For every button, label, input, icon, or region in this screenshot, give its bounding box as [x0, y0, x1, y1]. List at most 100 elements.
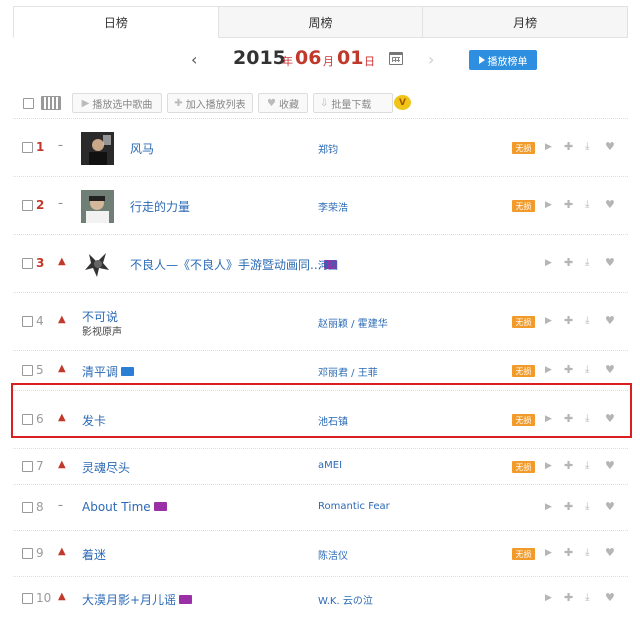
play-selected-button[interactable]: ▶ 播放选中歌曲: [72, 93, 162, 113]
heart-icon[interactable]: ♥: [605, 459, 615, 472]
tab-monthly[interactable]: 月榜: [423, 6, 629, 38]
artist-link[interactable]: 河图: [318, 257, 338, 272]
rank-number: 8: [36, 500, 44, 514]
play-chart-button[interactable]: 播放榜单: [469, 50, 537, 70]
tab-weekly[interactable]: 周榜: [218, 6, 424, 38]
table-row: 7 ▲ 灵魂尽头 aMEI 无损 ▶ ✚ ⤓ ♥: [13, 448, 628, 484]
mv-icon[interactable]: [121, 367, 135, 376]
download-icon[interactable]: ⤓: [585, 501, 589, 512]
date-month: 06: [295, 47, 322, 69]
song-list: 1– 风马 郑钧 无损 ▶ ✚ ⤓ ♥ 2– 行走的力量 李荣浩 无损 ▶ ✚ ⤓ ♥ 3 ▲ 不良人—《不良人》手…: [13, 118, 628, 620]
song-title: 不可说: [82, 310, 119, 324]
download-icon[interactable]: ⤓: [585, 592, 589, 603]
song-title-link[interactable]: 着迷: [82, 546, 106, 563]
add-icon[interactable]: ✚: [564, 500, 573, 513]
batch-download-button[interactable]: ⇩ 批量下载: [313, 93, 393, 113]
download-icon[interactable]: ⤓: [585, 315, 589, 326]
heart-icon[interactable]: ♥: [605, 500, 615, 513]
add-icon[interactable]: ✚: [564, 459, 573, 472]
chevron-left-icon[interactable]: ‹: [191, 50, 197, 69]
song-title-link[interactable]: 风马: [130, 140, 154, 157]
play-icon: ▶: [81, 97, 90, 109]
play-icon[interactable]: ▶: [545, 365, 552, 375]
download-icon[interactable]: ⤓: [585, 460, 589, 471]
select-all-checkbox[interactable]: [23, 98, 34, 109]
song-title-link[interactable]: 灵魂尽头: [82, 459, 130, 476]
heart-icon[interactable]: ♥: [605, 314, 615, 327]
play-icon[interactable]: ▶: [545, 200, 552, 210]
song-title-link[interactable]: 大漠月影+月儿谣: [82, 591, 193, 608]
download-icon[interactable]: ⤓: [585, 364, 589, 375]
trend-same-icon: –: [58, 140, 63, 151]
download-icon[interactable]: ⤓: [585, 199, 589, 210]
artist-link[interactable]: 陈洁仪: [318, 547, 348, 562]
play-icon[interactable]: ▶: [545, 142, 552, 152]
row-checkbox[interactable]: [22, 461, 33, 472]
row-checkbox[interactable]: [22, 502, 33, 513]
add-to-list-button[interactable]: ✚ 加入播放列表: [167, 93, 253, 113]
album-cover[interactable]: [81, 190, 114, 223]
chevron-right-icon[interactable]: ›: [428, 50, 434, 69]
artist-link[interactable]: 邓丽君 / 王菲: [318, 364, 378, 379]
play-icon[interactable]: ▶: [545, 593, 552, 603]
play-icon[interactable]: ▶: [545, 502, 552, 512]
row-checkbox[interactable]: [22, 200, 33, 211]
play-icon[interactable]: ▶: [545, 258, 552, 268]
select-mode-icon[interactable]: [41, 96, 61, 110]
tab-daily[interactable]: 日榜: [13, 6, 219, 38]
song-title-link[interactable]: 清平调: [82, 363, 135, 380]
album-cover[interactable]: [81, 132, 114, 165]
heart-icon[interactable]: ♥: [605, 546, 615, 559]
song-title-link[interactable]: 行走的力量: [130, 198, 190, 215]
download-icon[interactable]: ⤓: [585, 141, 589, 152]
favorite-button[interactable]: ♥ 收藏: [258, 93, 308, 113]
heart-icon: ♥: [267, 97, 276, 109]
heart-icon[interactable]: ♥: [605, 198, 615, 211]
heart-icon[interactable]: ♥: [605, 140, 615, 153]
rank-number: 5: [36, 363, 44, 377]
row-checkbox[interactable]: [22, 316, 33, 327]
add-icon[interactable]: ✚: [564, 198, 573, 211]
download-icon[interactable]: ⤓: [585, 257, 589, 268]
add-icon[interactable]: ✚: [564, 314, 573, 327]
play-icon: [478, 56, 485, 64]
artist-link[interactable]: Romantic Fear: [318, 501, 390, 512]
heart-icon[interactable]: ♥: [605, 591, 615, 604]
artist-link[interactable]: 赵丽颖 / 霍建华: [318, 315, 388, 330]
row-checkbox[interactable]: [22, 548, 33, 559]
play-icon[interactable]: ▶: [545, 461, 552, 471]
trend-up-icon: ▲: [58, 363, 66, 374]
song-subtitle: 影视原声: [82, 327, 122, 338]
artist-link[interactable]: 李荣浩: [318, 199, 348, 214]
download-icon[interactable]: ⤓: [585, 547, 589, 558]
heart-icon[interactable]: ♥: [605, 363, 615, 376]
artist-link[interactable]: aMEI: [318, 460, 342, 471]
trend-up-icon: ▲: [58, 314, 66, 325]
add-icon: ✚: [174, 97, 183, 109]
song-title-link[interactable]: About Time: [82, 500, 167, 514]
artist-link[interactable]: W.K. 云の泣: [318, 592, 373, 607]
row-checkbox[interactable]: [22, 365, 33, 376]
song-title: 着迷: [82, 548, 107, 562]
add-icon[interactable]: ✚: [564, 140, 573, 153]
add-icon[interactable]: ✚: [564, 546, 573, 559]
play-icon[interactable]: ▶: [545, 548, 552, 558]
album-cover[interactable]: [81, 248, 114, 281]
heart-icon[interactable]: ♥: [605, 256, 615, 269]
row-checkbox[interactable]: [22, 142, 33, 153]
mv-icon[interactable]: [179, 595, 193, 604]
lossless-badge: 无损: [512, 548, 535, 560]
row-checkbox[interactable]: [22, 593, 33, 604]
mv-icon[interactable]: [153, 502, 167, 511]
add-icon[interactable]: ✚: [564, 591, 573, 604]
add-icon[interactable]: ✚: [564, 256, 573, 269]
song-title-link[interactable]: 不良人—《不良人》手游暨动画同...: [130, 256, 338, 273]
calendar-icon[interactable]: [389, 52, 403, 65]
highlight-box: [11, 383, 632, 438]
add-icon[interactable]: ✚: [564, 363, 573, 376]
date-day: 01: [337, 47, 364, 69]
row-checkbox[interactable]: [22, 258, 33, 269]
trend-same-icon: –: [58, 500, 63, 511]
artist-link[interactable]: 郑钧: [318, 141, 338, 156]
play-icon[interactable]: ▶: [545, 316, 552, 326]
